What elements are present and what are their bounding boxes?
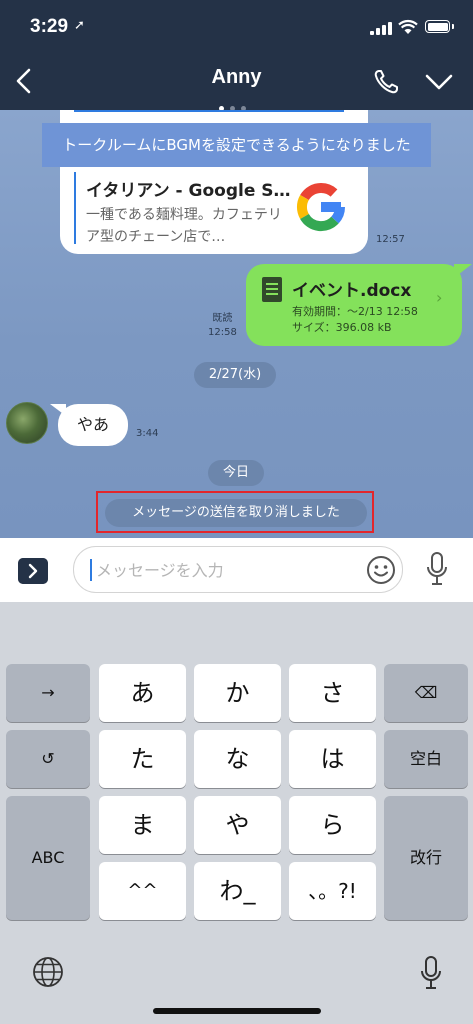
key-ya[interactable]: や	[194, 796, 281, 854]
chat-header: Anny	[0, 56, 473, 111]
message-time: 12:57	[376, 234, 405, 245]
file-name: イベント.docx	[292, 281, 412, 301]
japanese-keyboard: → あ か さ ⌫ ↺ た な は 空白 ABC ま や ら 改行 ^^ わ_ …	[0, 602, 473, 1024]
expand-menu-button[interactable]	[18, 558, 48, 584]
incoming-message-bubble[interactable]: やあ	[50, 404, 128, 446]
battery-icon	[425, 20, 454, 33]
chat-area[interactable]: イタリアン - Google S… 一種である麺料理。カフェテリア型のチェーン店…	[0, 110, 473, 538]
document-icon	[262, 277, 282, 302]
key-ma[interactable]: ま	[99, 796, 186, 854]
highlight-box	[96, 491, 374, 533]
file-message-bubble[interactable]: イベント.docx 有効期間：〜2/13 12:58 サイズ：396.08 kB…	[246, 264, 472, 346]
file-size: サイズ：396.08 kB	[292, 321, 392, 334]
avatar[interactable]	[6, 402, 48, 444]
message-input[interactable]: メッセージを入力	[73, 546, 403, 593]
globe-icon[interactable]	[32, 956, 64, 988]
link-preview-title: イタリアン - Google S…	[86, 181, 291, 201]
text-cursor	[90, 559, 92, 581]
signal-icon	[370, 22, 392, 35]
key-sa[interactable]: さ	[289, 664, 376, 722]
chat-title[interactable]: Anny	[0, 66, 473, 89]
key-na[interactable]: な	[194, 730, 281, 788]
file-expiry: 有効期間：〜2/13 12:58	[292, 305, 418, 318]
microphone-icon[interactable]	[426, 552, 448, 586]
key-ta[interactable]: た	[99, 730, 186, 788]
key-space[interactable]: 空白	[384, 730, 468, 788]
emoji-icon[interactable]	[366, 555, 396, 585]
key-wa[interactable]: わ_	[194, 862, 281, 920]
key-emoticon[interactable]: ^^	[99, 862, 186, 920]
google-logo-icon	[296, 182, 345, 232]
status-bar: 3:29 ➚	[0, 0, 473, 56]
key-abc[interactable]: ABC	[6, 796, 90, 920]
key-undo[interactable]: ↺	[6, 730, 90, 788]
key-ra[interactable]: ら	[289, 796, 376, 854]
key-return[interactable]: 改行	[384, 796, 468, 920]
read-label: 既読	[212, 313, 233, 324]
chevron-down-icon[interactable]	[424, 70, 454, 94]
message-time: 3:44	[136, 428, 159, 439]
wifi-icon	[398, 19, 418, 34]
message-time: 12:58	[208, 327, 237, 338]
message-input-bar: メッセージを入力	[0, 538, 473, 602]
date-separator: 2/27(水)	[194, 362, 276, 388]
phone-icon[interactable]	[372, 68, 400, 96]
key-punctuation[interactable]: 、。?!	[289, 862, 376, 920]
clock: 3:29	[30, 16, 69, 37]
link-preview-accent	[74, 172, 76, 244]
key-a[interactable]: あ	[99, 664, 186, 722]
home-indicator	[153, 1008, 321, 1014]
chevron-right-icon: ›	[436, 288, 443, 307]
message-input-placeholder: メッセージを入力	[96, 561, 224, 580]
key-backspace[interactable]: ⌫	[384, 664, 468, 722]
announcement-banner[interactable]: トークルームにBGMを設定できるようになりました	[42, 123, 431, 167]
file-details: 有効期間：〜2/13 12:58 サイズ：396.08 kB	[292, 304, 418, 336]
location-icon: ➚	[74, 18, 85, 33]
dictation-mic-icon[interactable]	[420, 956, 442, 990]
key-ha[interactable]: は	[289, 730, 376, 788]
today-separator: 今日	[208, 460, 264, 486]
key-ka[interactable]: か	[194, 664, 281, 722]
link-preview-desc: 一種である麺料理。カフェテリア型のチェーン店で…	[86, 207, 282, 245]
read-receipt: 既読 12:58	[208, 312, 237, 340]
key-next[interactable]: →	[6, 664, 90, 722]
link-preview-prev-edge	[74, 110, 344, 112]
